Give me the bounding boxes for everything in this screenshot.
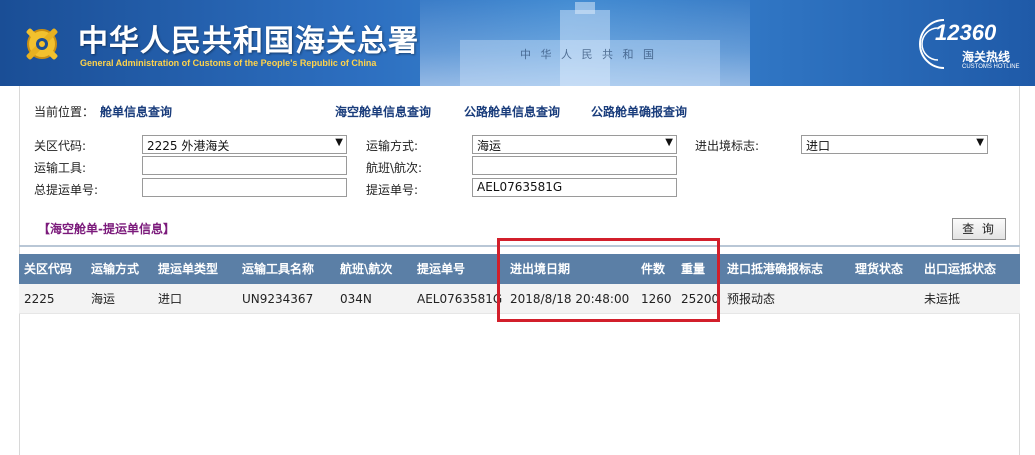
query-button[interactable]: 查 询: [952, 218, 1006, 240]
cell-vehicle-name: UN9234367: [242, 292, 314, 306]
section-title: 【海空舱单-提运单信息】: [38, 222, 175, 236]
io-flag-select[interactable]: 进口: [801, 135, 988, 154]
th-arrival-confirm[interactable]: 进口抵港确报标志: [727, 254, 823, 284]
hotline-number: 12360: [935, 20, 997, 45]
breadcrumb-current: 舱单信息查询: [100, 105, 173, 119]
site-title: 中华人民共和国海关总署: [78, 24, 419, 59]
cell-transport-mode: 海运: [91, 292, 116, 306]
highlight-box: [497, 238, 720, 322]
transport-mode-select[interactable]: 海运: [472, 135, 677, 154]
nav-link-road-confirm[interactable]: 公路舱单确报查询: [591, 103, 687, 120]
th-voyage[interactable]: 航班\航次: [340, 254, 392, 284]
building-inscription: 中 华 人 民 共 和 国: [520, 48, 657, 61]
io-flag-label: 进出境标志:: [695, 139, 760, 153]
th-export-status[interactable]: 出口运抵状态: [924, 254, 996, 284]
th-bl-number[interactable]: 提运单号: [417, 254, 465, 284]
cell-bl-type: 进口: [158, 292, 183, 306]
hotline-label: 海关热线: [962, 50, 1011, 64]
cell-arrival-confirm: 预报动态: [727, 292, 776, 306]
cell-bl-number: AEL0763581G: [417, 292, 503, 306]
bl-label: 提运单号:: [366, 183, 419, 197]
site-subtitle: General Administration of Customs of the…: [80, 58, 377, 68]
customs-code-select[interactable]: 2225 外港海关: [142, 135, 347, 154]
cell-voyage: 034N: [340, 292, 372, 306]
cell-customs-code: 2225: [24, 292, 55, 306]
th-customs-code[interactable]: 关区代码: [24, 254, 72, 284]
hotline-label-en: CUSTOMS HOTLINE: [962, 64, 1020, 70]
vehicle-input[interactable]: [142, 156, 347, 175]
bl-input[interactable]: AEL0763581G: [472, 178, 677, 197]
customs-emblem-icon: [26, 28, 58, 60]
customs-code-label: 关区代码:: [34, 139, 87, 153]
th-vehicle-name[interactable]: 运输工具名称: [242, 254, 314, 284]
nav-link-road[interactable]: 公路舱单信息查询: [464, 103, 560, 120]
cell-export-status: 未运抵: [924, 292, 961, 306]
voyage-label: 航班\航次:: [366, 161, 423, 175]
th-bl-type[interactable]: 提运单类型: [158, 254, 218, 284]
master-bl-input[interactable]: [142, 178, 347, 197]
voyage-input[interactable]: [472, 156, 677, 175]
transport-mode-label: 运输方式:: [366, 139, 419, 153]
nav-link-sea-air[interactable]: 海空舱单信息查询: [335, 103, 431, 120]
th-transport-mode[interactable]: 运输方式: [91, 254, 139, 284]
master-bl-label: 总提运单号:: [34, 183, 99, 197]
breadcrumb-label: 当前位置：: [34, 105, 95, 119]
vehicle-label: 运输工具:: [34, 161, 87, 175]
th-tally-status[interactable]: 理货状态: [855, 254, 903, 284]
building-top: [575, 2, 595, 14]
